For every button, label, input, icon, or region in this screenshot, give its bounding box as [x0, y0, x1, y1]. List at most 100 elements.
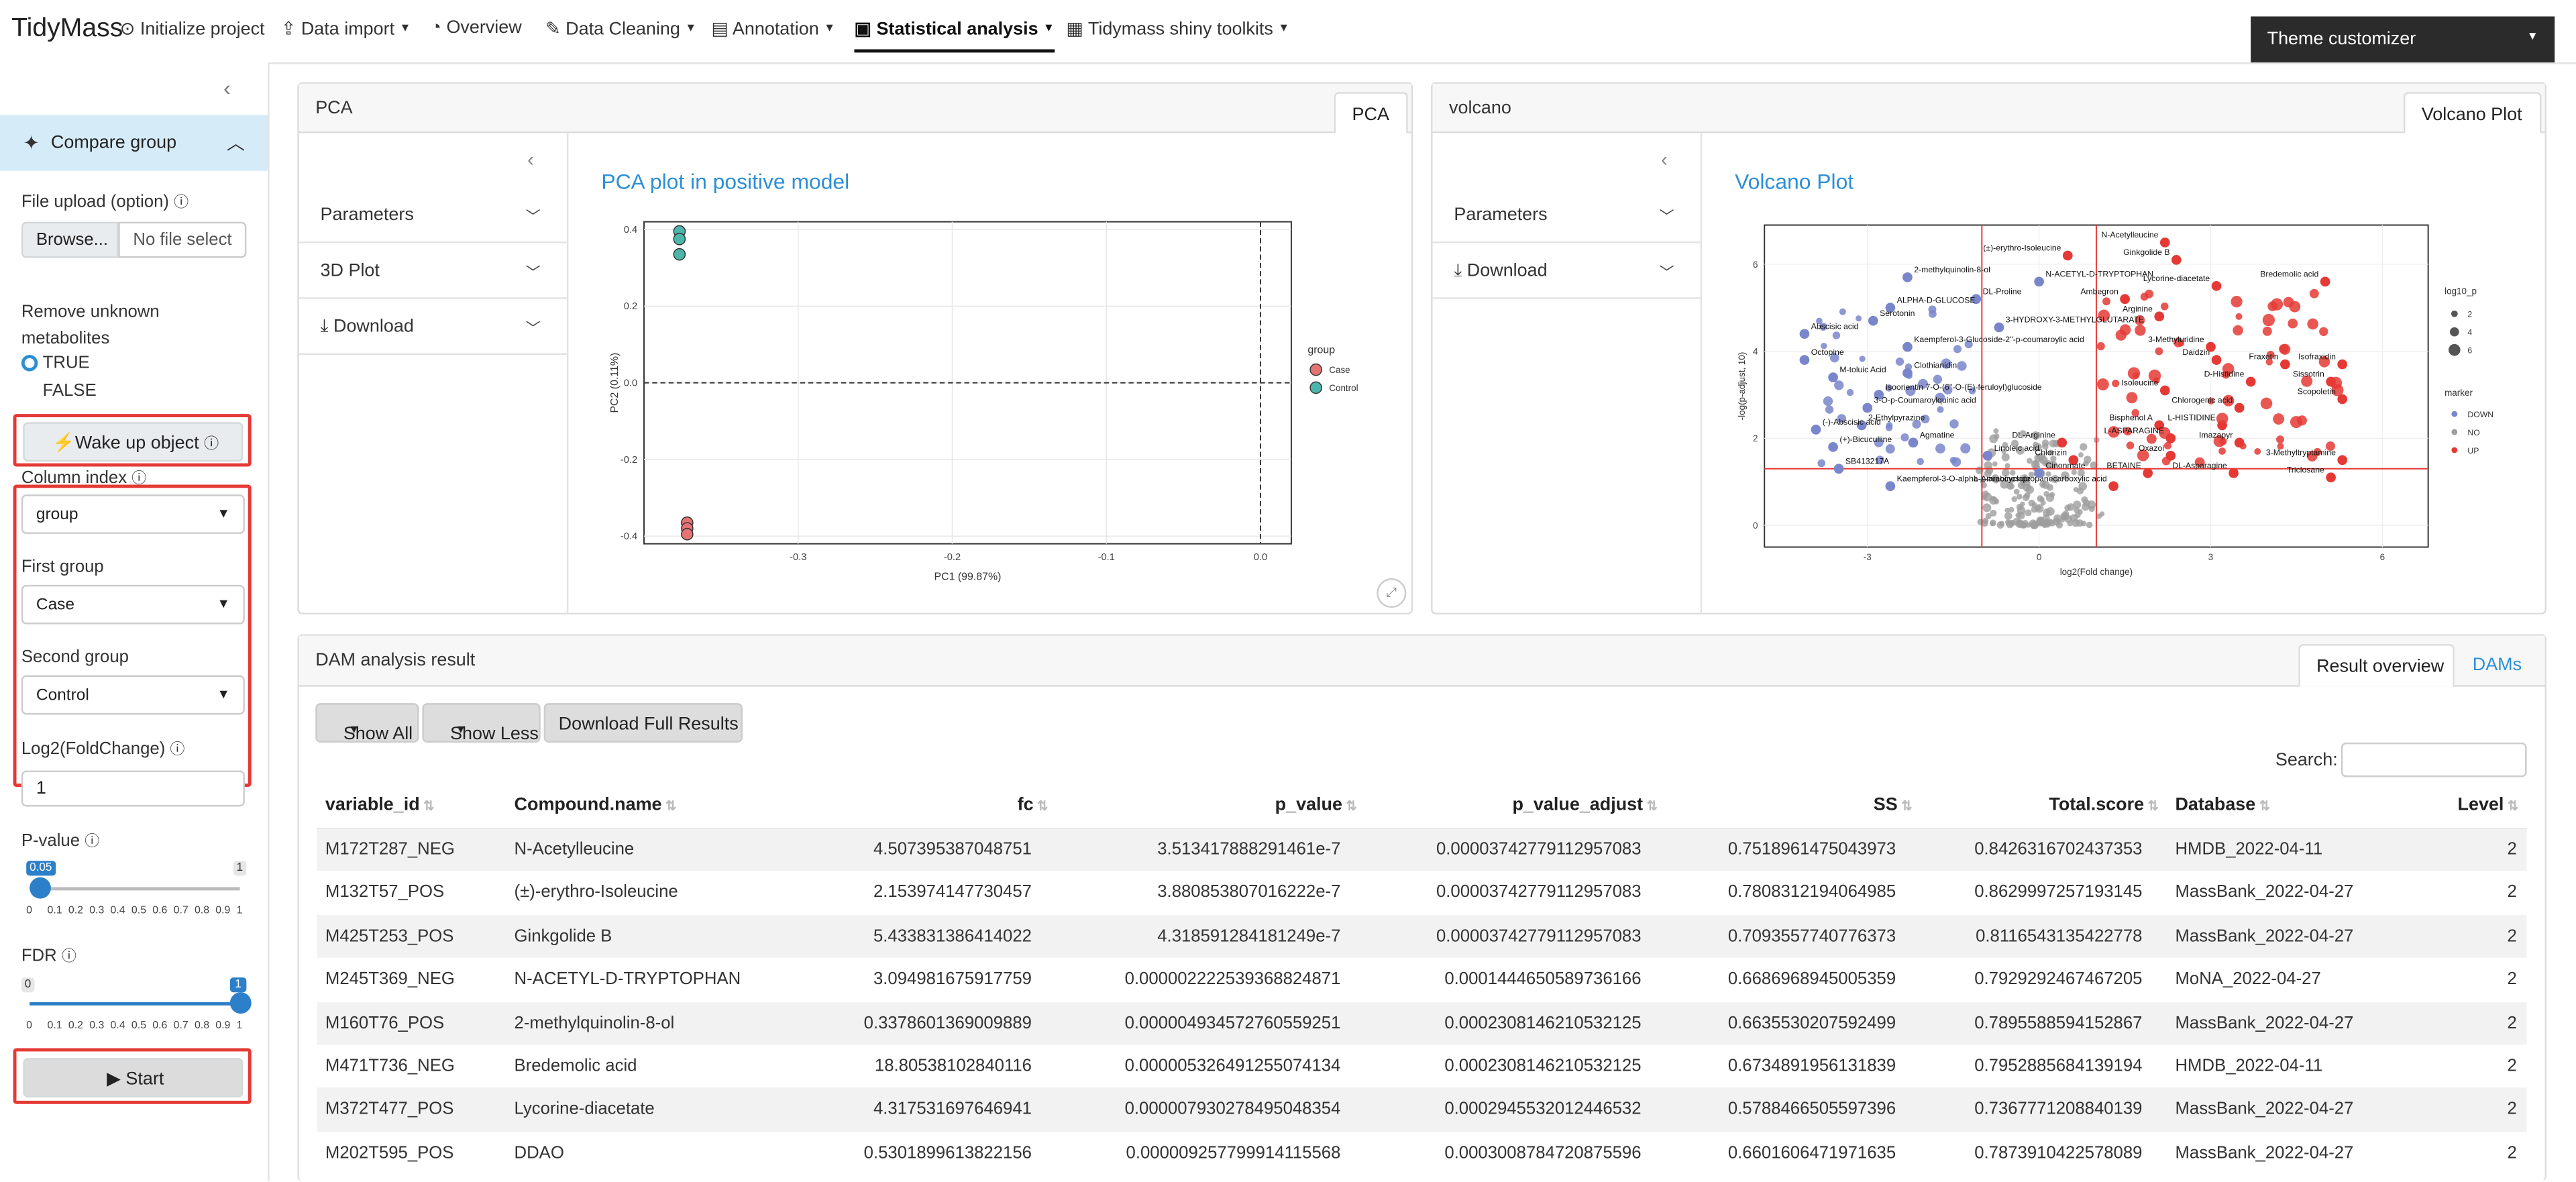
volcano-labeled-point — [2034, 276, 2044, 287]
first-group-select[interactable]: Case ▼ — [21, 584, 245, 625]
collapse-sidebar-icon[interactable]: ‹ — [223, 76, 231, 101]
tab-pca[interactable]: PCA — [1334, 92, 1408, 133]
column-header-compound-name[interactable]: Compound.name ⇅ — [515, 795, 794, 814]
column-index-value: group — [36, 506, 78, 525]
volcano-point-up — [2283, 297, 2294, 308]
file-name-field[interactable]: No file select — [118, 221, 247, 258]
accordion-parameters[interactable]: Parameters ﹀ — [299, 189, 567, 244]
volcano-point-label: (+)-Bicuculline — [1839, 435, 1892, 444]
collapse-panel-icon[interactable]: ‹ — [1661, 148, 1668, 170]
legend-size-swatch — [2451, 310, 2458, 317]
caret-down-icon: ▼ — [217, 686, 230, 702]
sparkle-icon: ✦ — [23, 131, 40, 155]
compare-group-header[interactable]: ✦ Compare group ︿ — [0, 115, 268, 171]
wake-up-object-button[interactable]: ⚡Wake up object ⓘ — [23, 422, 244, 462]
slider-tick-label: 0.7 — [173, 1020, 189, 1032]
search-input[interactable] — [2341, 742, 2527, 777]
log2fc-input[interactable]: 1 — [21, 770, 245, 807]
volcano-point-no — [2067, 503, 2075, 511]
fdr-slider-track[interactable] — [30, 1002, 240, 1006]
nav-data-cleaning[interactable]: ✎ Data Cleaning ▼ — [545, 18, 696, 39]
volcano-point-up — [2273, 413, 2285, 425]
sort-icon: ⇅ — [419, 798, 435, 814]
x-axis-label: log2(Fold change) — [2060, 567, 2133, 577]
first-group-label: First group — [21, 557, 104, 577]
column-index-select[interactable]: group ▼ — [21, 494, 245, 534]
x-axis-label: PC1 (99.87%) — [934, 571, 1002, 582]
column-header-ss[interactable]: SS ⇅ — [1659, 795, 1913, 814]
table-cell: Lycorine-diacetate — [514, 1099, 655, 1120]
caret-down-icon: ▼ — [455, 724, 467, 737]
volcano-point-up — [2160, 302, 2169, 311]
table-cell: 2 — [2507, 1013, 2517, 1033]
volcano-point-no — [1989, 496, 1998, 505]
volcano-point-label: Abscisic acid — [1811, 321, 1859, 331]
volcano-point-label: Serotonin — [1880, 309, 1915, 318]
tab-result-overview[interactable]: Result overview — [2298, 644, 2455, 687]
column-header-database[interactable]: Database ⇅ — [2175, 795, 2421, 814]
volcano-point-no — [2016, 503, 2023, 511]
legend-size-swatch — [2448, 343, 2461, 356]
pvalue-slider-thumb[interactable] — [29, 877, 51, 899]
nav-annotation[interactable]: ▤ Annotation ▼ — [711, 18, 835, 39]
sort-icon: ⇅ — [2144, 798, 2159, 814]
show-less-button[interactable]: Show Less ▼ — [422, 703, 541, 744]
volcano-point-no — [2015, 513, 2021, 519]
start-button[interactable]: ▶ Start — [23, 1058, 244, 1097]
nav-tidymass-toolkits[interactable]: ▦ Tidymass shiny toolkits ▼ — [1066, 18, 1289, 39]
column-header-p-value-adjust[interactable]: p_value_adjust ⇅ — [1360, 795, 1658, 814]
legend-marker-swatch — [2451, 411, 2458, 417]
y-tick-label: 0.0 — [624, 378, 637, 389]
y-axis-label: PC2 (0.11%) — [609, 353, 621, 413]
second-group-select[interactable]: Control ▼ — [21, 675, 245, 715]
tab-volcano-plot[interactable]: Volcano Plot — [2403, 92, 2542, 133]
accordion-parameters[interactable]: Parameters ﹀ — [1432, 189, 1701, 244]
volcano-point-up — [2309, 288, 2319, 299]
volcano-point-down — [1928, 305, 1937, 314]
accordion-3d-plot[interactable]: 3D Plot ﹀ — [299, 243, 567, 299]
theme-customizer-button[interactable]: Theme customizer ▼ — [2251, 16, 2555, 63]
browse-button[interactable]: Browse... — [21, 221, 119, 258]
column-header-variable-id[interactable]: variable_id ⇅ — [325, 795, 490, 814]
volcano-point-label: Daidzin — [2182, 347, 2210, 357]
accordion-download[interactable]: ⤓ Download ﹀ — [1432, 243, 1701, 299]
brand-title[interactable]: TidyMass — [11, 15, 123, 44]
play-icon: ▶ — [107, 1069, 121, 1089]
volcano-labeled-point — [2120, 294, 2130, 305]
column-header-level[interactable]: Level ⇅ — [2425, 795, 2519, 814]
radio-true[interactable] — [21, 354, 38, 372]
y-tick-label: 4 — [1753, 347, 1758, 357]
volcano-point-no — [1993, 428, 1999, 434]
pvalue-slider-track[interactable] — [30, 887, 240, 891]
accordion-download[interactable]: ⤓ Download ﹀ — [299, 299, 567, 355]
expand-icon[interactable]: ⤢ — [1377, 578, 1407, 608]
table-cell: 2 — [2507, 1099, 2517, 1120]
nav-data-import[interactable]: ⇪ Data import ▼ — [281, 18, 411, 39]
volcano-point-no — [1996, 521, 2004, 529]
show-all-button[interactable]: Show All ▼ — [315, 703, 419, 744]
download-full-results-button[interactable]: Download Full Results — [543, 703, 743, 743]
column-header-p-value[interactable]: p_value ⇅ — [1051, 795, 1357, 814]
nav-label: Initialize project — [140, 19, 265, 40]
column-header-fc[interactable]: fc ⇅ — [795, 795, 1049, 814]
volcano-labeled-point — [2159, 385, 2170, 396]
column-header-total-score[interactable]: Total.score ⇅ — [1916, 795, 2159, 814]
slider-tick-label: 0.4 — [110, 905, 125, 917]
volcano-labeled-point — [2165, 433, 2176, 443]
tab-dams[interactable]: DAMs — [2473, 655, 2522, 675]
volcano-point-no — [2064, 515, 2072, 523]
column-header-label: Compound.name — [514, 795, 662, 815]
accordion-label: 3D Plot — [320, 261, 380, 281]
x-tick-label: 0.0 — [1254, 552, 1267, 563]
search-label: Search: — [2275, 751, 2338, 771]
collapse-panel-icon[interactable]: ‹ — [527, 148, 534, 170]
volcano-point-label: Oxazol — [2139, 443, 2164, 453]
volcano-point-up — [2126, 392, 2138, 404]
volcano-point-down — [1859, 356, 1866, 362]
nav-initialize-project[interactable]: ⊙ Initialize project — [120, 18, 265, 40]
fdr-slider-thumb[interactable] — [229, 992, 251, 1014]
volcano-point-up — [2112, 379, 2120, 388]
nav-overview[interactable]: ◔ Overview — [431, 18, 522, 38]
accordion-label: Download — [333, 317, 414, 337]
nav-statistical-analysis[interactable]: ▣ Statistical analysis ▼ — [854, 18, 1055, 53]
